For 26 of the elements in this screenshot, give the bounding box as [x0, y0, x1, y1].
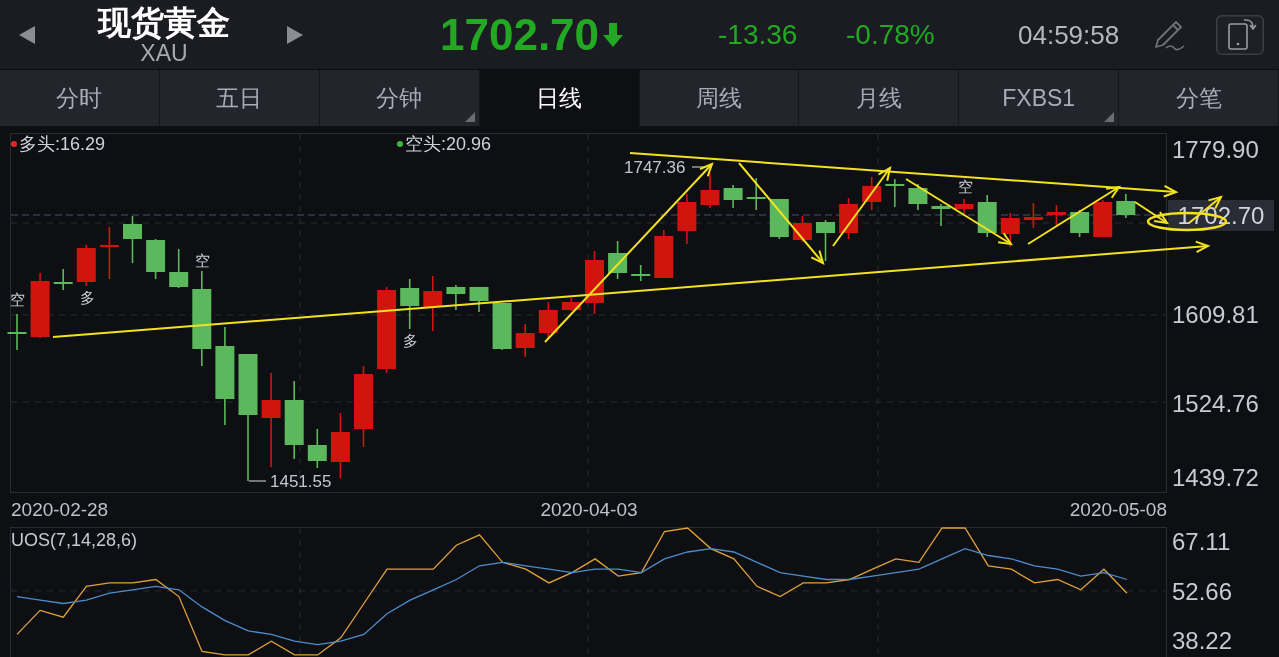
signal-mark: 多	[402, 331, 418, 349]
axis-label: 1779.90	[1172, 137, 1259, 163]
signal-mark: 空	[194, 251, 210, 269]
high-price-label: 1747.36	[624, 157, 686, 177]
legend-label: 多头:16.29	[19, 134, 106, 154]
axis-label: 1524.76	[1172, 391, 1259, 417]
axis-label: 1439.72	[1172, 465, 1259, 491]
axis-label: 1609.81	[1172, 302, 1259, 328]
date-label: 2020-04-03	[540, 499, 638, 521]
date-label: 2020-05-08	[1069, 499, 1167, 521]
price-change: -13.36	[718, 20, 798, 49]
percent-change: -0.78%	[846, 20, 935, 49]
chart-title: UOS(7,14,28,6)	[11, 530, 138, 550]
axis-label: 38.22	[1172, 628, 1233, 655]
instrument-name: 现货黄金	[98, 4, 230, 41]
signal-mark: 空	[957, 177, 973, 195]
price-value: 1702.70	[440, 12, 600, 57]
signal-mark: 空	[9, 290, 25, 308]
time-label: 04:59:58	[1018, 21, 1120, 48]
instrument-code: XAU	[140, 40, 188, 65]
signal-mark: 多	[79, 288, 95, 306]
date-label: 2020-02-28	[11, 499, 109, 521]
axis-label: 67.11	[1172, 529, 1231, 556]
axis-label: 52.66	[1172, 578, 1233, 605]
legend-label: 空头:20.96	[405, 134, 492, 154]
low-price-label: 1451.55	[270, 471, 332, 491]
